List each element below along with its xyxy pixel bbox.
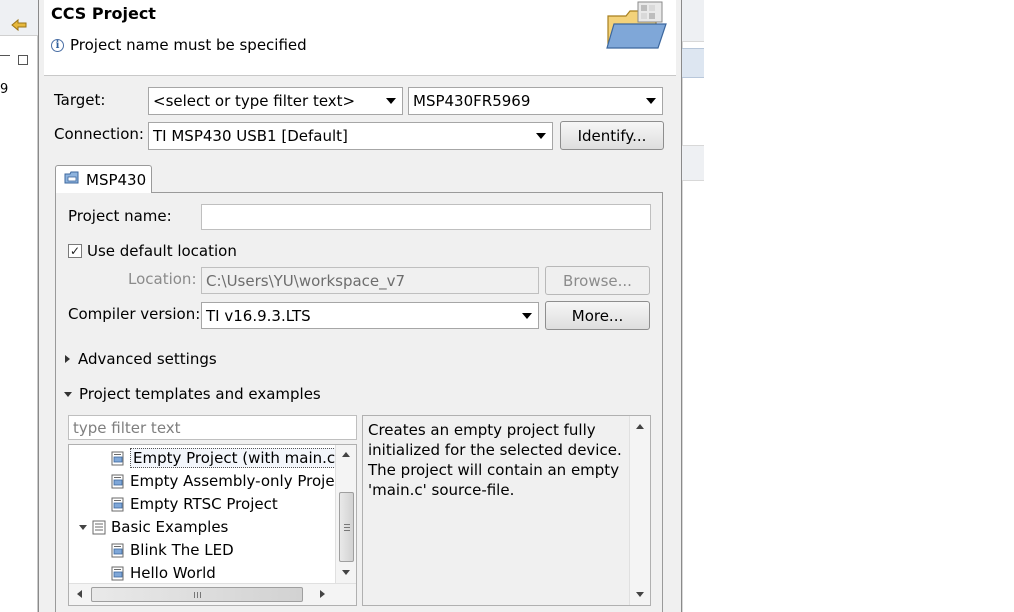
template-icon bbox=[111, 566, 125, 581]
tree-horizontal-thumb[interactable] bbox=[91, 587, 303, 602]
chevron-down-icon[interactable] bbox=[386, 98, 396, 104]
back-arrow-icon[interactable] bbox=[10, 18, 28, 36]
scroll-down-icon[interactable] bbox=[342, 570, 350, 575]
identify-button[interactable]: Identify... bbox=[560, 121, 664, 150]
template-icon bbox=[111, 451, 125, 466]
project-wizard-icon bbox=[604, 0, 674, 56]
target-filter-text: <select or type filter text> bbox=[153, 92, 356, 110]
project-templates-label: Project templates and examples bbox=[79, 385, 321, 403]
scroll-up-icon[interactable] bbox=[342, 452, 350, 457]
tree-item-label: Empty Assembly-only Project bbox=[130, 472, 349, 490]
tree-horizontal-scrollbar[interactable] bbox=[69, 583, 356, 605]
target-label: Target: bbox=[54, 91, 106, 109]
connection-value: TI MSP430 USB1 [Default] bbox=[153, 127, 348, 145]
tree-item-label: Empty Project (with main.c) bbox=[130, 448, 345, 468]
scroll-right-icon[interactable] bbox=[320, 590, 325, 598]
tree-item-label: Hello World bbox=[130, 564, 216, 582]
compiler-version-label: Compiler version: bbox=[68, 305, 201, 323]
tree-vertical-scrollbar[interactable] bbox=[335, 445, 356, 583]
chip-icon bbox=[64, 171, 80, 189]
template-description-text: Creates an empty project fully initializ… bbox=[368, 421, 622, 499]
tree-item-basic-examples[interactable]: Basic Examples bbox=[79, 516, 228, 538]
tree-item-label: Empty RTSC Project bbox=[130, 495, 278, 513]
chevron-down-icon[interactable] bbox=[536, 133, 546, 139]
compiler-version-value: TI v16.9.3.LTS bbox=[206, 306, 311, 325]
compiler-version-combo[interactable]: TI v16.9.3.LTS bbox=[201, 302, 539, 329]
maximize-icon[interactable] bbox=[18, 55, 28, 65]
target-device-combo[interactable]: MSP430FR5969 bbox=[408, 87, 663, 115]
dialog-message: i Project name must be specified bbox=[51, 36, 307, 54]
background-right-band-lower bbox=[682, 145, 704, 181]
template-tree[interactable]: Empty Project (with main.c) Empty Assemb… bbox=[68, 444, 357, 606]
tree-item-label: Basic Examples bbox=[111, 518, 229, 536]
tree-vertical-thumb[interactable] bbox=[339, 492, 354, 562]
browse-button[interactable]: Browse... bbox=[545, 266, 650, 295]
scroll-down-icon[interactable] bbox=[636, 592, 644, 597]
tree-item-empty-project[interactable]: Empty Project (with main.c) bbox=[111, 447, 345, 469]
connection-combo[interactable]: TI MSP430 USB1 [Default] bbox=[148, 122, 553, 150]
template-icon bbox=[111, 543, 125, 558]
scroll-left-icon[interactable] bbox=[77, 590, 82, 598]
connection-label: Connection: bbox=[54, 125, 144, 143]
background-right-band bbox=[682, 48, 704, 78]
tree-item-empty-rtsc[interactable]: Empty RTSC Project bbox=[111, 493, 278, 515]
chevron-down-icon[interactable] bbox=[64, 391, 72, 397]
advanced-settings-toggle[interactable]: Advanced settings bbox=[65, 350, 217, 368]
background-right-toolbar bbox=[682, 0, 704, 42]
use-default-location-checkbox[interactable]: ✓ bbox=[68, 244, 82, 258]
project-name-label: Project name: bbox=[68, 207, 172, 225]
chevron-down-icon[interactable] bbox=[646, 98, 656, 104]
tree-item-blink-led[interactable]: Blink The LED bbox=[111, 539, 234, 561]
location-input[interactable]: C:\Users\YU\workspace_v7 bbox=[201, 267, 539, 294]
description-vertical-scrollbar[interactable] bbox=[629, 416, 650, 605]
template-filter-input[interactable]: type filter text bbox=[68, 415, 357, 440]
tab-msp430[interactable]: MSP430 bbox=[55, 165, 152, 193]
tree-item-hello-world[interactable]: Hello World bbox=[111, 562, 216, 584]
template-icon bbox=[111, 497, 125, 512]
location-label: Location: bbox=[128, 270, 197, 288]
more-button[interactable]: More... bbox=[545, 301, 650, 330]
use-default-location-row[interactable]: ✓ Use default location bbox=[68, 242, 237, 260]
template-icon bbox=[111, 474, 125, 489]
chevron-down-icon[interactable] bbox=[522, 312, 532, 319]
scroll-up-icon[interactable] bbox=[636, 424, 644, 429]
target-filter-combo[interactable]: <select or type filter text> bbox=[148, 87, 403, 115]
dialog-message-text: Project name must be specified bbox=[70, 36, 307, 54]
tab-msp430-label: MSP430 bbox=[86, 170, 147, 189]
project-name-input[interactable] bbox=[201, 204, 651, 230]
examples-folder-icon bbox=[92, 520, 106, 535]
info-icon: i bbox=[51, 38, 64, 52]
minimize-icon[interactable] bbox=[0, 55, 10, 65]
template-description-panel: Creates an empty project fully initializ… bbox=[362, 415, 651, 606]
background-right-pane bbox=[682, 0, 704, 612]
dialog-title: CCS Project bbox=[51, 4, 156, 23]
project-templates-toggle[interactable]: Project templates and examples bbox=[64, 385, 321, 403]
target-device-text: MSP430FR5969 bbox=[413, 92, 531, 110]
advanced-settings-label: Advanced settings bbox=[78, 350, 217, 368]
use-default-location-label: Use default location bbox=[87, 242, 237, 260]
tree-item-label: Blink The LED bbox=[130, 541, 234, 559]
chevron-right-icon[interactable] bbox=[65, 355, 70, 363]
background-number: 9 bbox=[0, 82, 9, 97]
collapse-icon[interactable] bbox=[79, 524, 87, 530]
tree-item-empty-assembly[interactable]: Empty Assembly-only Project bbox=[111, 470, 349, 492]
